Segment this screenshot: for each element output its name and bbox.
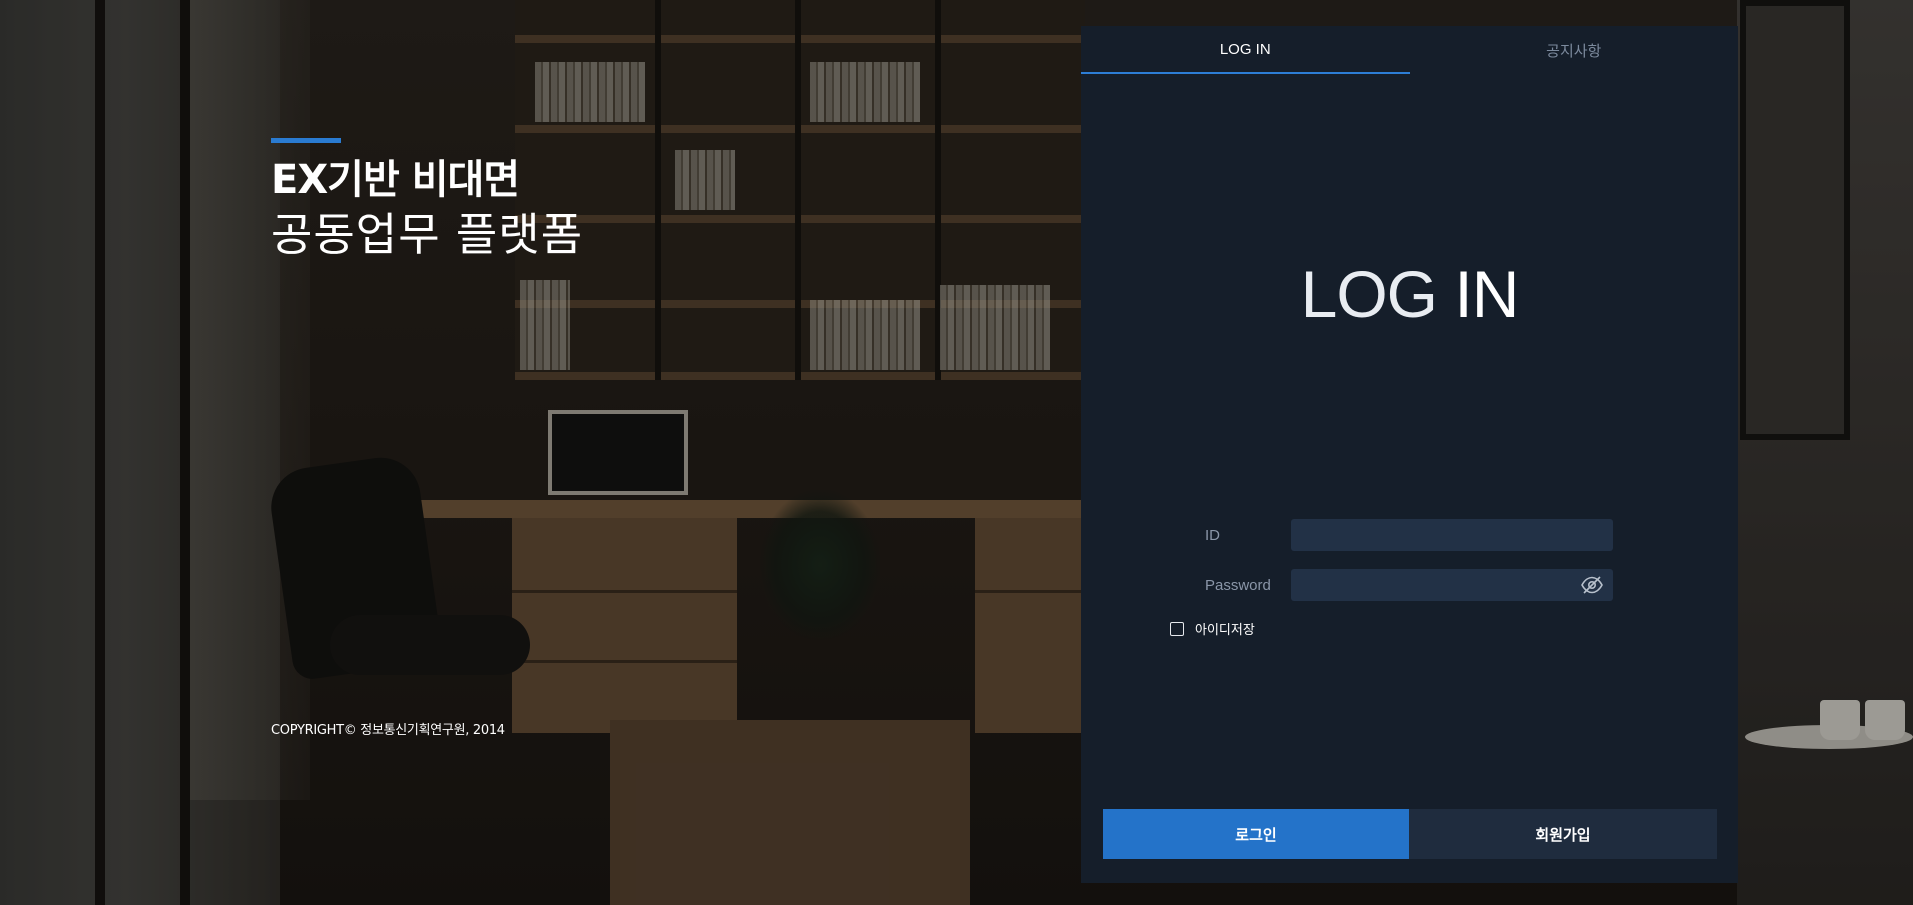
password-input-wrapper <box>1291 569 1613 601</box>
login-heading: LOG IN <box>1081 256 1738 332</box>
tab-notices[interactable]: 공지사항 <box>1410 26 1739 74</box>
password-field-row: Password <box>1205 569 1625 601</box>
save-id-checkbox[interactable]: 아이디저장 <box>1170 619 1255 638</box>
login-heading-light: LOG <box>1300 257 1438 331</box>
hero-headline: EX기반 비대면 공동업무 플랫폼 <box>271 138 583 265</box>
checkbox-box[interactable] <box>1170 621 1184 636</box>
save-id-label: 아이디저장 <box>1195 623 1255 638</box>
login-panel: LOG IN 공지사항 LOG IN ID Password 아이디저장 로그인 <box>1081 26 1738 883</box>
id-label: ID <box>1205 526 1220 544</box>
headline-accent-bar <box>271 138 341 143</box>
copyright-text: COPYRIGHT© 정보통신기획연구원, 2014 <box>271 723 505 738</box>
headline-subtitle: 공동업무 플랫폼 <box>271 208 584 261</box>
id-input[interactable] <box>1291 519 1613 551</box>
password-input[interactable] <box>1291 569 1613 601</box>
signup-button[interactable]: 회원가입 <box>1409 809 1717 859</box>
headline-title: EX기반 비대면 <box>271 157 520 203</box>
panel-tabs: LOG IN 공지사항 <box>1081 26 1738 74</box>
login-heading-bold: IN <box>1454 257 1519 331</box>
tab-login[interactable]: LOG IN <box>1081 26 1410 74</box>
action-buttons: 로그인 회원가입 <box>1103 809 1717 859</box>
password-label: Password <box>1205 576 1271 594</box>
login-button[interactable]: 로그인 <box>1103 809 1409 859</box>
id-field-row: ID <box>1205 519 1625 551</box>
eye-off-icon[interactable] <box>1581 575 1603 595</box>
